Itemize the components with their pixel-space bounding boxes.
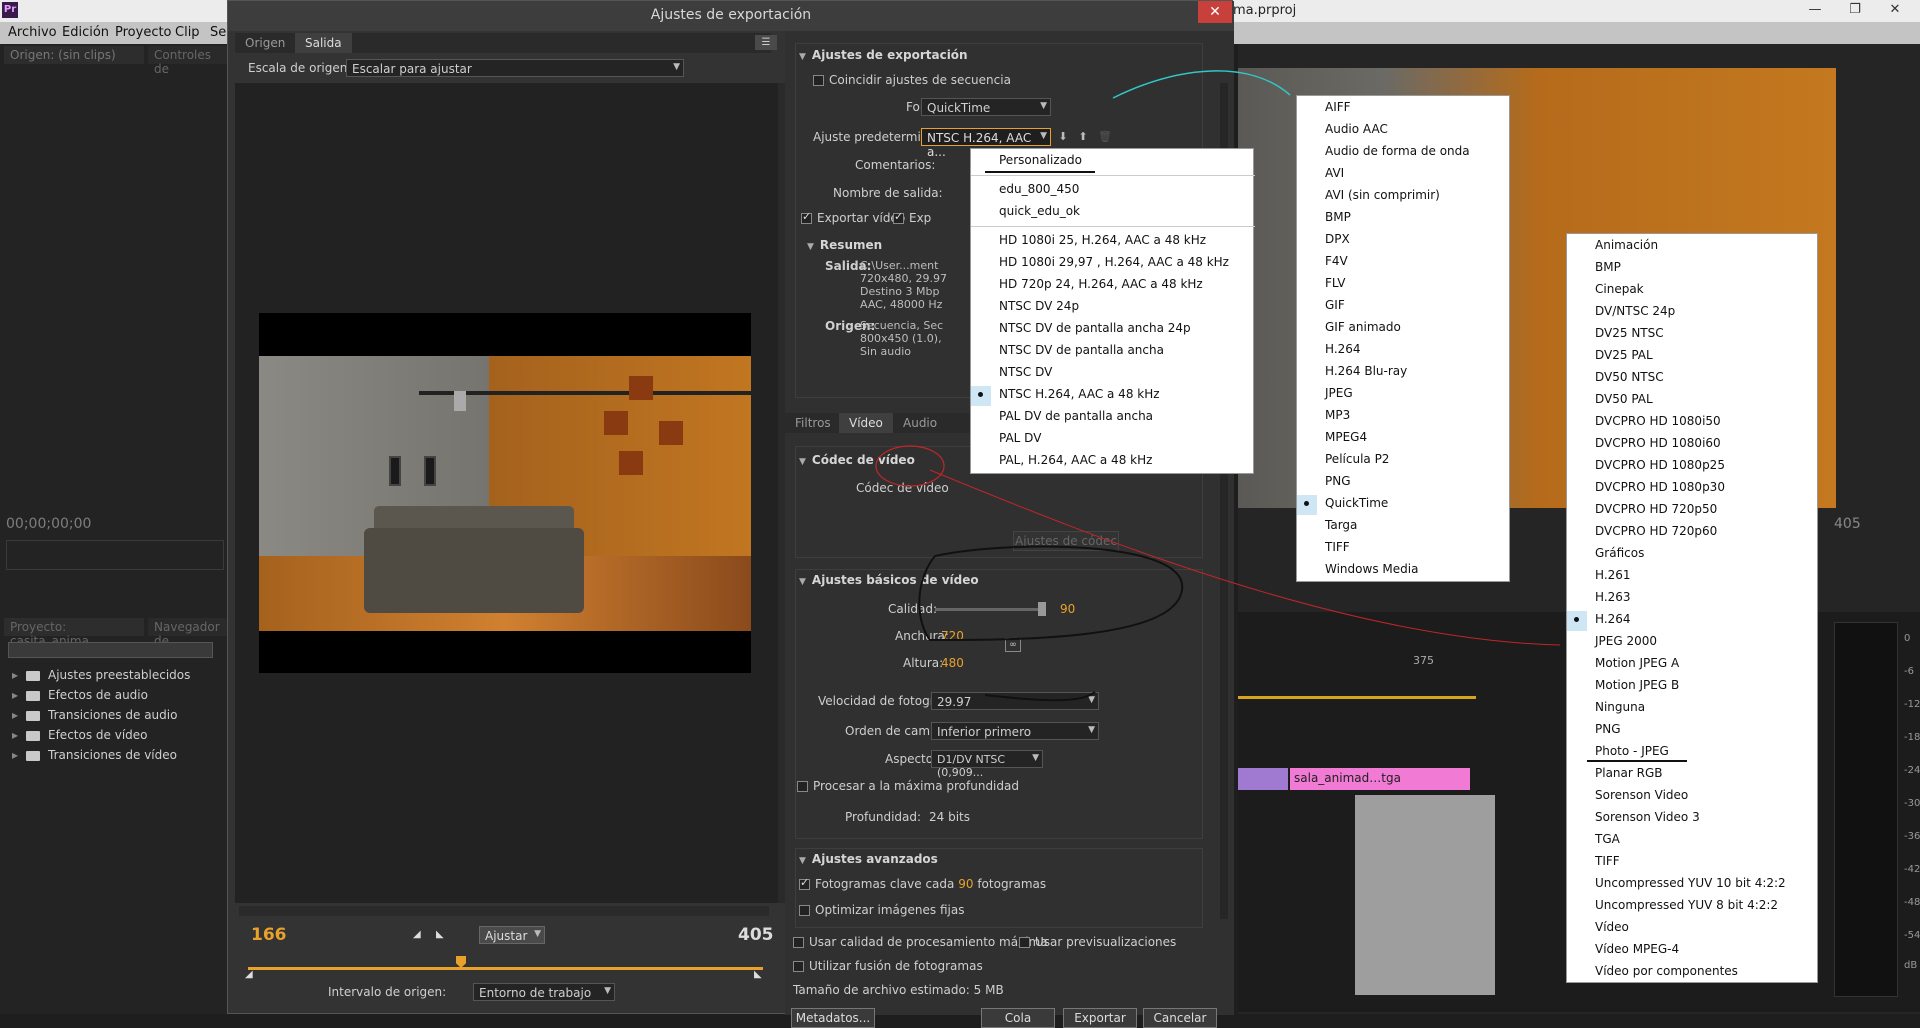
codec-item[interactable]: DV25 PAL bbox=[1567, 348, 1653, 366]
format-item[interactable]: BMP bbox=[1297, 210, 1351, 228]
codec-item[interactable]: DVCPRO HD 1080i50 bbox=[1567, 414, 1721, 432]
format-item[interactable]: TIFF bbox=[1297, 540, 1350, 558]
format-item[interactable]: Windows Media bbox=[1297, 562, 1418, 580]
annotation-underline bbox=[984, 691, 1096, 702]
format-item[interactable]: AIFF bbox=[1297, 100, 1351, 118]
codec-item[interactable]: Sorenson Video 3 bbox=[1567, 810, 1700, 828]
menu-separator bbox=[971, 226, 1255, 227]
codec-item[interactable]: Sorenson Video bbox=[1567, 788, 1688, 806]
codec-item[interactable]: DV50 PAL bbox=[1567, 392, 1653, 410]
codec-item[interactable]: Ninguna bbox=[1567, 700, 1645, 718]
format-item[interactable]: AVI (sin comprimir) bbox=[1297, 188, 1440, 206]
format-item[interactable]: FLV bbox=[1297, 276, 1345, 294]
preset-item[interactable]: edu_800_450 bbox=[971, 182, 1079, 200]
preset-item[interactable]: quick_edu_ok bbox=[971, 204, 1080, 222]
format-item[interactable]: Película P2 bbox=[1297, 452, 1389, 470]
annotation-underline bbox=[985, 171, 1095, 173]
preset-item[interactable]: Personalizado bbox=[971, 153, 1082, 171]
codec-item[interactable]: Vídeo MPEG-4 bbox=[1567, 942, 1679, 960]
preset-item[interactable]: NTSC DV de pantalla ancha bbox=[971, 343, 1164, 361]
preset-dropdown-menu: Personalizado edu_800_450 quick_edu_ok H… bbox=[970, 148, 1255, 474]
preset-item[interactable]: NTSC DV bbox=[971, 365, 1052, 383]
format-item[interactable]: GIF animado bbox=[1297, 320, 1401, 338]
codec-item[interactable]: Motion JPEG B bbox=[1567, 678, 1679, 696]
annotation-stroke bbox=[1112, 70, 1291, 99]
codec-item[interactable]: H.261 bbox=[1567, 568, 1631, 586]
format-item[interactable]: H.264 bbox=[1297, 342, 1361, 360]
codec-item[interactable]: Uncompressed YUV 10 bit 4:2:2 bbox=[1567, 876, 1786, 894]
annotation-underline bbox=[1587, 760, 1687, 762]
codec-item[interactable]: DV/NTSC 24p bbox=[1567, 304, 1675, 322]
format-item[interactable]: F4V bbox=[1297, 254, 1348, 272]
codec-item[interactable]: BMP bbox=[1567, 260, 1621, 278]
format-item[interactable]: PNG bbox=[1297, 474, 1351, 492]
preset-item[interactable]: NTSC DV de pantalla ancha 24p bbox=[971, 321, 1191, 339]
format-item[interactable]: AVI bbox=[1297, 166, 1344, 184]
preset-item[interactable]: HD 1080i 25, H.264, AAC a 48 kHz bbox=[971, 233, 1206, 251]
format-item[interactable]: MPEG4 bbox=[1297, 430, 1367, 448]
format-item[interactable]: Audio de forma de onda bbox=[1297, 144, 1470, 162]
codec-item[interactable]: Vídeo bbox=[1567, 920, 1629, 938]
codec-item[interactable]: TIFF bbox=[1567, 854, 1620, 872]
preset-item[interactable]: HD 720p 24, H.264, AAC a 48 kHz bbox=[971, 277, 1203, 295]
codec-item[interactable]: JPEG 2000 bbox=[1567, 634, 1657, 652]
annotation-circle bbox=[875, 445, 945, 487]
format-item[interactable]: Targa bbox=[1297, 518, 1357, 536]
codec-item[interactable]: Animación bbox=[1567, 238, 1658, 256]
preset-item[interactable]: NTSC DV 24p bbox=[971, 299, 1079, 317]
codec-item[interactable]: Uncompressed YUV 8 bit 4:2:2 bbox=[1567, 898, 1778, 916]
menu-separator bbox=[971, 175, 1255, 176]
codec-item[interactable]: DVCPRO HD 720p50 bbox=[1567, 502, 1717, 520]
format-dropdown-menu: AIFF Audio AAC Audio de forma de onda AV… bbox=[1296, 95, 1510, 582]
codec-item[interactable]: DV50 NTSC bbox=[1567, 370, 1664, 388]
codec-item[interactable]: Vídeo por componentes bbox=[1567, 964, 1738, 982]
codec-dropdown-menu: Animación BMP Cinepak DV/NTSC 24p DV25 N… bbox=[1566, 233, 1818, 983]
format-item[interactable]: MP3 bbox=[1297, 408, 1350, 426]
codec-item[interactable]: DVCPRO HD 720p60 bbox=[1567, 524, 1717, 542]
format-item[interactable]: Audio AAC bbox=[1297, 122, 1388, 140]
codec-item[interactable]: Gráficos bbox=[1567, 546, 1644, 564]
codec-item[interactable]: DVCPRO HD 1080p30 bbox=[1567, 480, 1725, 498]
codec-item[interactable]: Motion JPEG A bbox=[1567, 656, 1679, 674]
format-item[interactable]: DPX bbox=[1297, 232, 1350, 250]
codec-item-selected[interactable]: H.264 bbox=[1567, 612, 1631, 630]
codec-item[interactable]: DV25 NTSC bbox=[1567, 326, 1664, 344]
codec-item[interactable]: PNG bbox=[1567, 722, 1621, 740]
preset-item[interactable]: PAL, H.264, AAC a 48 kHz bbox=[971, 453, 1152, 471]
annotation-loop bbox=[918, 545, 1184, 642]
preset-item[interactable]: HD 1080i 29,97 , H.264, AAC a 48 kHz bbox=[971, 255, 1229, 273]
codec-item[interactable]: TGA bbox=[1567, 832, 1620, 850]
codec-item[interactable]: Cinepak bbox=[1567, 282, 1644, 300]
codec-item[interactable]: DVCPRO HD 1080p25 bbox=[1567, 458, 1725, 476]
format-item[interactable]: GIF bbox=[1297, 298, 1345, 316]
preset-item[interactable]: PAL DV bbox=[971, 431, 1041, 449]
format-item[interactable]: H.264 Blu-ray bbox=[1297, 364, 1407, 382]
format-item[interactable]: JPEG bbox=[1297, 386, 1353, 404]
preset-item[interactable]: PAL DV de pantalla ancha bbox=[971, 409, 1153, 427]
codec-item[interactable]: H.263 bbox=[1567, 590, 1631, 608]
format-item-selected[interactable]: QuickTime bbox=[1297, 496, 1388, 514]
codec-item[interactable]: DVCPRO HD 1080i60 bbox=[1567, 436, 1721, 454]
codec-item[interactable]: Planar RGB bbox=[1567, 766, 1663, 784]
preset-item-selected[interactable]: NTSC H.264, AAC a 48 kHz bbox=[971, 387, 1160, 405]
